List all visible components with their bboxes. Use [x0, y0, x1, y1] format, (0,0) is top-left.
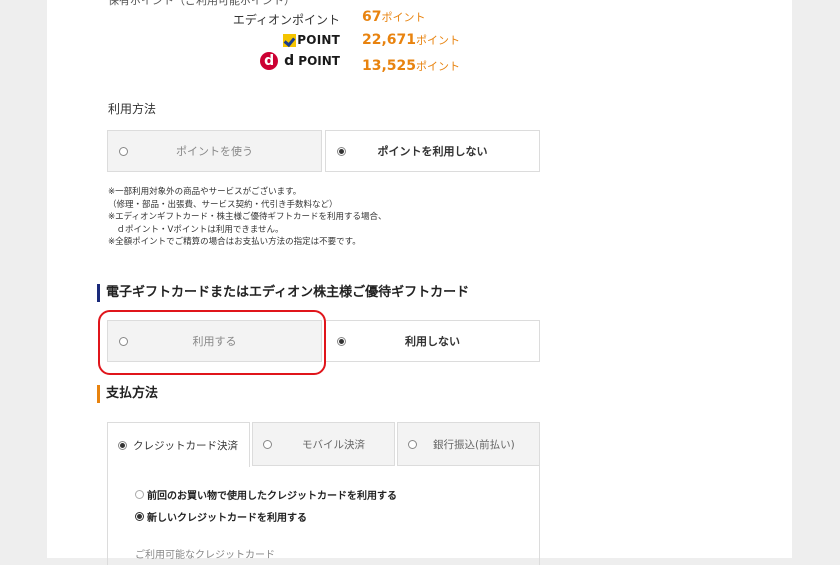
payment-heading: 支払方法	[97, 385, 158, 403]
use-points-option[interactable]: ポイントを使う	[107, 130, 322, 172]
previous-card-option[interactable]: 前回のお買い物で使用したクレジットカードを利用する	[135, 487, 397, 502]
d-point-logo-icon: d d POINT	[260, 52, 340, 70]
edion-point-value: 67ポイント	[362, 9, 426, 25]
d-point-value: 13,525ポイント	[362, 58, 461, 74]
d-mark-icon: d	[260, 52, 279, 70]
points-header-cut: 保有ポイント（ご利用可能ポイント）	[108, 0, 295, 7]
tab-mobile[interactable]: モバイル決済	[252, 422, 395, 466]
radio-icon[interactable]	[408, 439, 417, 449]
no-points-option[interactable]: ポイントを利用しない	[325, 130, 540, 172]
edion-point-label: エディオンポイント	[232, 13, 340, 27]
radio-checked-icon[interactable]	[337, 147, 346, 156]
new-card-option[interactable]: 新しいクレジットカードを利用する	[135, 509, 307, 524]
tab-credit-card[interactable]: クレジットカード決済	[107, 422, 250, 467]
radio-icon[interactable]	[263, 439, 272, 449]
available-cards-label: ご利用可能なクレジットカード	[135, 550, 275, 561]
v-point-value: 22,671ポイント	[362, 32, 461, 48]
radio-checked-icon[interactable]	[135, 512, 144, 521]
radio-icon[interactable]	[119, 147, 128, 156]
edion-point-row: エディオンポイント 67ポイント	[0, 9, 840, 31]
usage-label: 利用方法	[108, 102, 157, 116]
usage-notes: ※一部利用対象外の商品やサービスがございます。 （修理・部品・出張費、サービス契…	[108, 187, 387, 247]
v-point-row: POINT 22,671ポイント	[0, 31, 840, 53]
radio-checked-icon[interactable]	[337, 337, 346, 346]
v-mark-icon	[283, 33, 297, 47]
tab-bank-transfer[interactable]: 銀行振込(前払い)	[397, 422, 540, 466]
giftcard-no-use-option[interactable]: 利用しない	[325, 320, 540, 362]
payment-tabs: クレジットカード決済 モバイル決済 銀行振込(前払い)	[107, 422, 540, 467]
radio-checked-icon[interactable]	[118, 440, 127, 450]
radio-icon[interactable]	[135, 490, 144, 499]
v-point-logo-icon: POINT	[283, 33, 340, 47]
giftcard-heading: 電子ギフトカードまたはエディオン株主様ご優待ギフトカード	[97, 284, 469, 302]
d-point-row: d d POINT 13,525ポイント	[0, 52, 840, 76]
highlight-ring	[98, 310, 326, 375]
